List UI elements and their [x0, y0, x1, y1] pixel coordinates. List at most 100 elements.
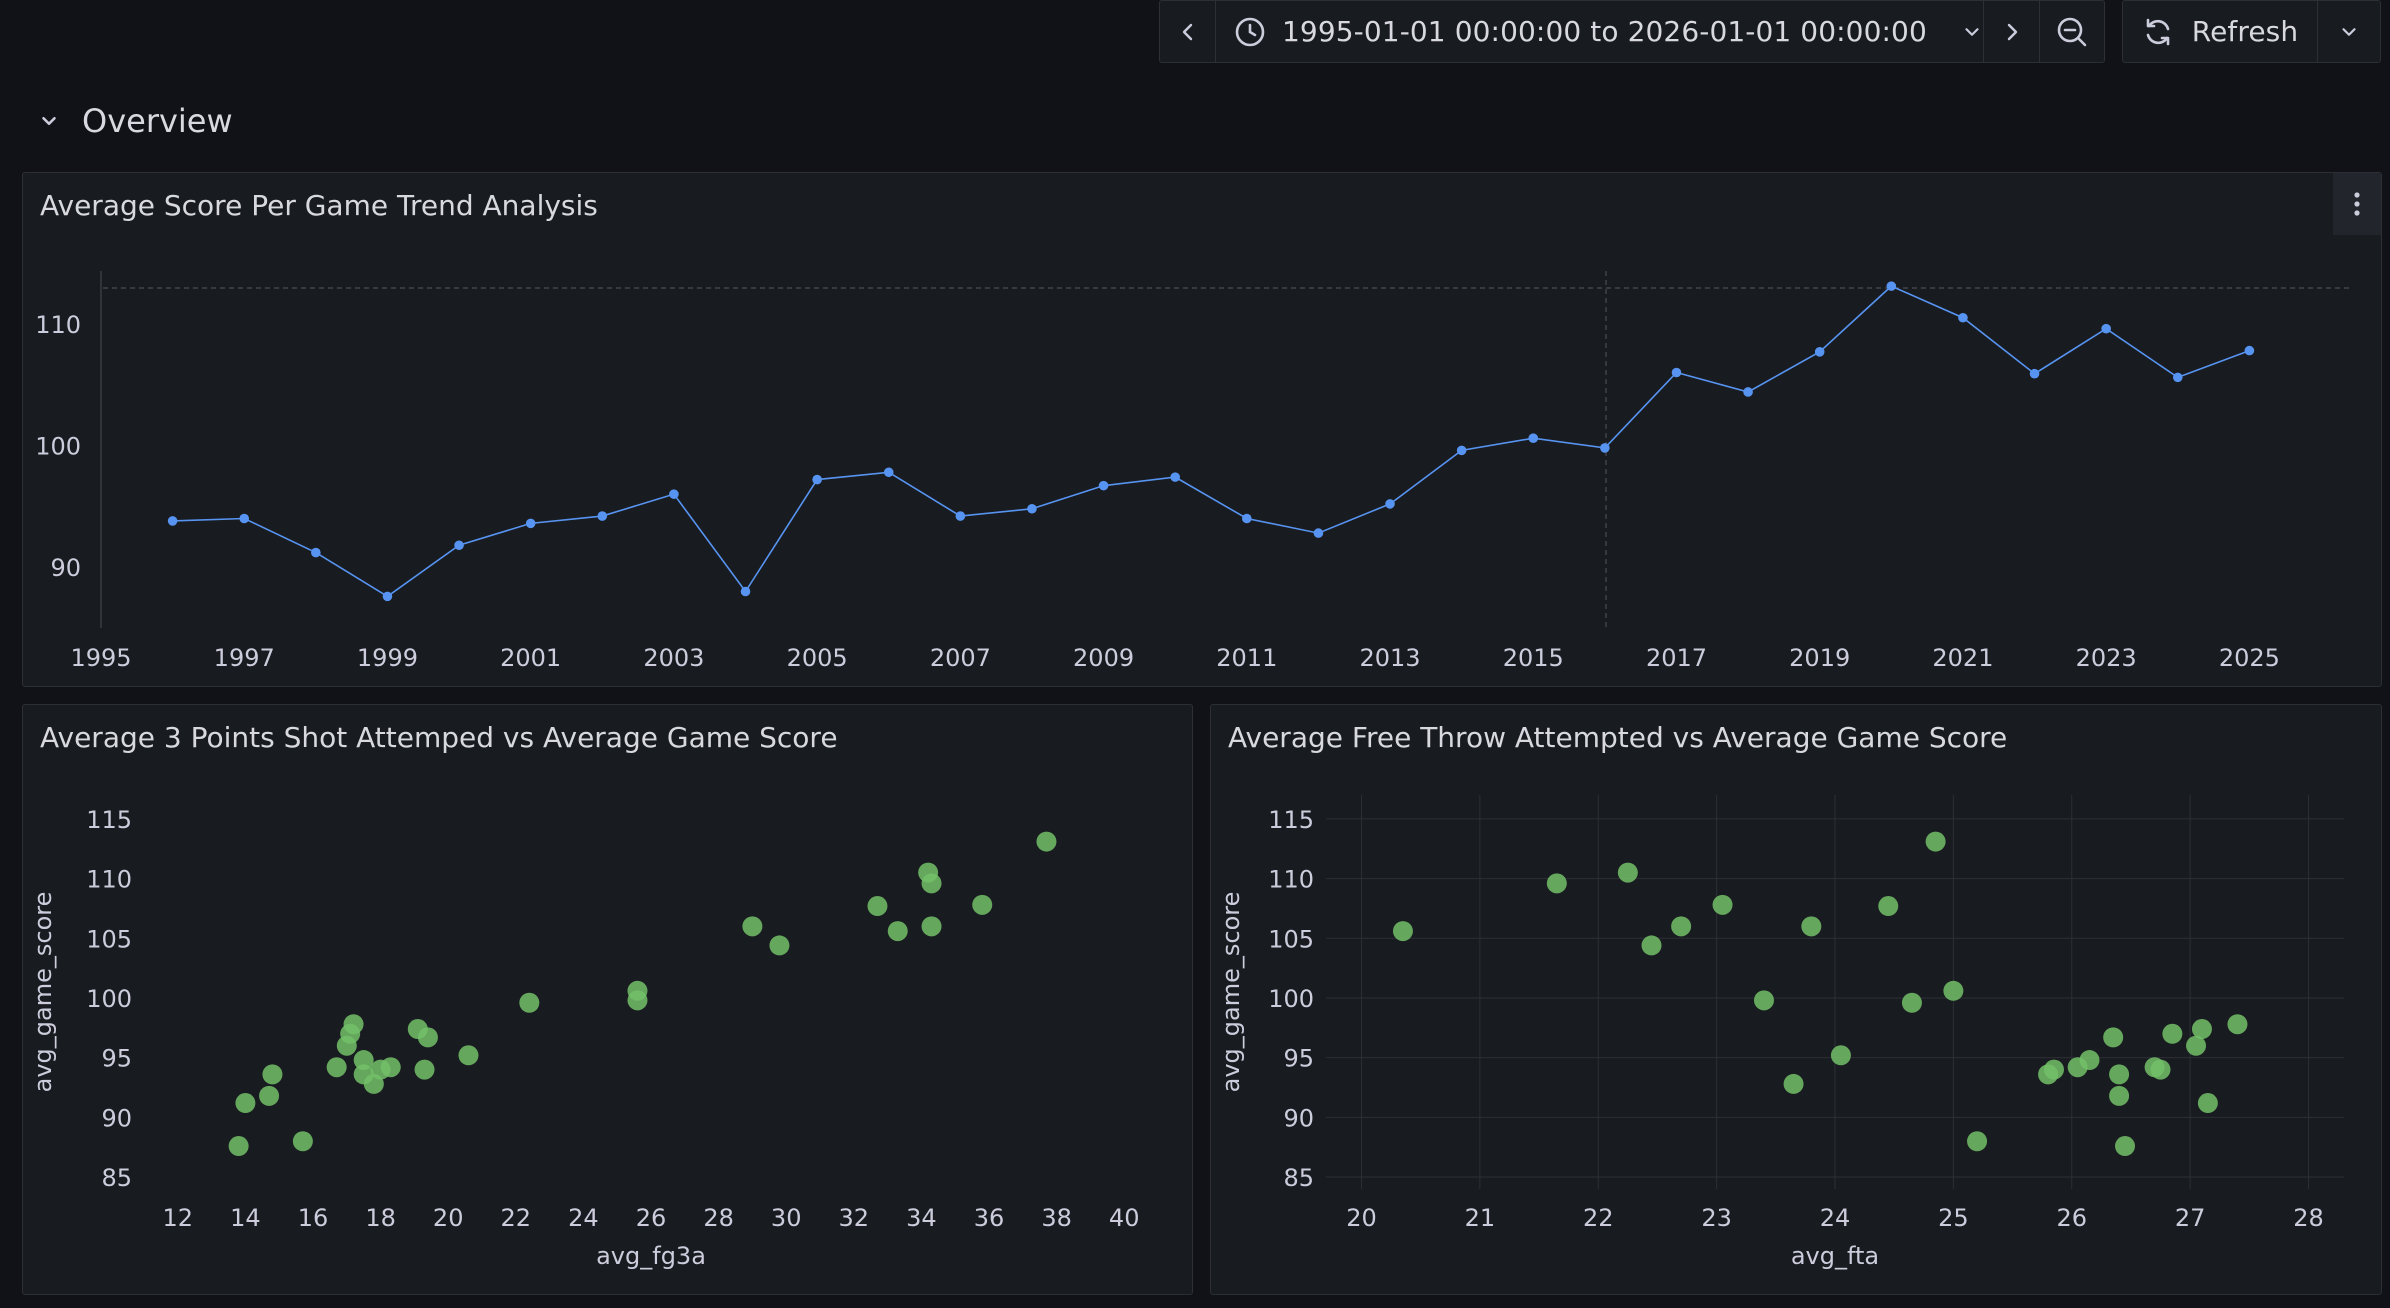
scatter-point	[1671, 916, 1692, 937]
y-tick-label: 100	[86, 985, 132, 1013]
scatter-point	[2103, 1027, 2124, 1048]
data-point	[2101, 323, 2111, 334]
y-tick-label: 110	[35, 311, 81, 339]
x-tick-label: 2013	[1359, 644, 1420, 672]
refresh-group: Refresh	[2122, 0, 2381, 63]
x-tick-label: 1997	[214, 644, 275, 672]
y-tick-label: 95	[101, 1045, 132, 1073]
scatter-point	[292, 1131, 313, 1152]
data-point	[1743, 387, 1753, 397]
scatter-point	[1801, 916, 1822, 937]
time-range-picker[interactable]: 1995-01-01 00:00:00 to 2026-01-01 00:00:…	[1216, 1, 1984, 62]
scatter-point	[1967, 1131, 1988, 1152]
time-range-forward-button[interactable]	[1984, 1, 2040, 62]
scatter-point	[769, 935, 790, 956]
scatter-point	[2109, 1085, 2130, 1106]
x-tick-label: 28	[2293, 1204, 2324, 1232]
scatter-point	[1878, 896, 1899, 917]
data-point	[740, 586, 751, 597]
y-tick-label: 85	[101, 1164, 132, 1192]
data-point	[812, 474, 822, 485]
series-line	[172, 285, 2250, 598]
clock-icon	[1235, 17, 1265, 46]
data-point	[1886, 281, 1897, 291]
scatter-point	[1036, 831, 1057, 852]
data-point	[167, 516, 178, 526]
panel-fta-scatter: Average Free Throw Attempted vs Average …	[1210, 704, 2382, 1295]
scatter-point	[235, 1093, 256, 1114]
data-point	[1170, 472, 1180, 482]
data-point	[382, 591, 393, 602]
row-header-overview[interactable]: Overview	[38, 102, 233, 140]
data-point	[239, 513, 250, 524]
data-point	[1958, 312, 1968, 323]
scatter-point	[1392, 921, 1413, 942]
refresh-icon	[2146, 18, 2170, 45]
y-tick-label: 110	[1268, 866, 1314, 894]
x-axis-label: avg_fg3a	[596, 1242, 706, 1270]
scatter-point	[972, 894, 993, 915]
data-point	[2244, 345, 2255, 356]
scatter-point	[326, 1057, 347, 1078]
data-point	[2172, 372, 2183, 383]
y-axis-label: avg_game_score	[1217, 892, 1245, 1093]
data-point	[955, 511, 966, 521]
x-tick-label: 2011	[1216, 644, 1277, 672]
chevron-right-icon	[2007, 23, 2017, 40]
y-tick-label: 90	[50, 554, 81, 582]
scatter-point	[1943, 980, 1964, 1001]
refresh-interval-dropdown[interactable]	[2318, 1, 2380, 62]
x-tick-label: 2003	[643, 644, 704, 672]
y-axis-label: avg_game_score	[29, 892, 57, 1093]
data-point	[669, 489, 679, 499]
refresh-button[interactable]: Refresh	[2123, 1, 2318, 62]
data-point	[1313, 528, 1324, 538]
scatter-point	[742, 916, 763, 937]
x-tick-label: 25	[1938, 1204, 1969, 1232]
scatter-point	[1830, 1045, 1851, 1066]
x-tick-label: 24	[568, 1204, 599, 1232]
chevron-down-icon	[1965, 27, 1979, 36]
x-tick-label: 18	[365, 1204, 396, 1232]
scatter-point	[2109, 1064, 2130, 1085]
time-range-back-button[interactable]	[1160, 1, 1216, 62]
data-point	[1098, 480, 1109, 491]
panel-score-trend: Average Score Per Game Trend Analysis 90…	[22, 172, 2382, 687]
x-tick-label: 2005	[787, 644, 848, 672]
y-tick-label: 100	[1268, 985, 1314, 1013]
x-tick-label: 38	[1041, 1204, 1072, 1232]
fta-scatter-chart: 85 90 95 100 105 110 115 20 21 22 23 24 25 26 27 28 avg_…	[1217, 795, 2344, 1270]
x-tick-label: 20	[1346, 1204, 1377, 1232]
data-point	[1600, 443, 1610, 453]
zoom-out-button[interactable]	[2040, 1, 2104, 62]
scatter-point	[2191, 1019, 2212, 1040]
data-point	[525, 518, 536, 529]
data-point	[311, 547, 321, 558]
x-tick-label: 26	[636, 1204, 667, 1232]
y-tick-label: 85	[1283, 1164, 1314, 1192]
x-tick-label: 22	[1583, 1204, 1614, 1232]
scatter-point	[363, 1073, 384, 1094]
scatter-point	[336, 1035, 357, 1056]
x-tick-label: 2019	[1789, 644, 1850, 672]
scatter-point	[259, 1085, 280, 1106]
scatter-point	[627, 990, 648, 1011]
y-tick-label: 105	[86, 925, 132, 953]
data-point	[1528, 433, 1539, 444]
scatter-point	[519, 992, 540, 1013]
data-point	[1814, 347, 1825, 357]
x-tick-label: 30	[771, 1204, 802, 1232]
data-point	[1027, 503, 1037, 514]
y-tick-label: 95	[1283, 1045, 1314, 1073]
scatter-point	[2043, 1059, 2064, 1080]
scatter-point	[417, 1027, 438, 1048]
row-title: Overview	[82, 102, 233, 140]
data-point	[1385, 499, 1395, 509]
x-tick-label: 27	[2175, 1204, 2206, 1232]
scatter-point	[2162, 1023, 2183, 1044]
x-tick-label: 28	[703, 1204, 734, 1232]
data-point	[1242, 513, 1252, 524]
scatter-point	[1546, 873, 1567, 894]
scatter-point	[867, 896, 888, 917]
x-tick-label: 12	[163, 1204, 194, 1232]
